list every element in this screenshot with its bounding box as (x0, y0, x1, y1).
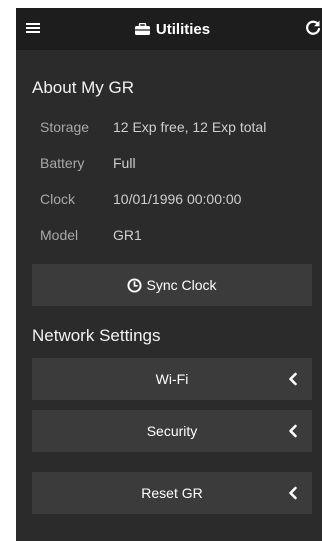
page-title: Utilities (16, 8, 322, 50)
reset-gr-button[interactable]: Reset GR (32, 472, 312, 514)
info-value: 10/01/1996 00:00:00 (113, 191, 242, 207)
toolbox-icon (134, 23, 150, 35)
navbar: Utilities (16, 8, 322, 50)
security-button[interactable]: Security (32, 410, 312, 452)
info-label: Storage (40, 119, 90, 135)
info-value: GR1 (113, 227, 142, 243)
info-row-model: Model GR1 (40, 217, 322, 253)
info-value: Full (113, 155, 136, 171)
about-section-title: About My GR (32, 78, 135, 97)
page-title-text: Utilities (155, 20, 211, 38)
network-section-title: Network Settings (32, 326, 161, 345)
info-label: Battery (40, 155, 85, 171)
info-label: Clock (40, 191, 76, 207)
reset-gr-label: Reset GR (141, 485, 203, 501)
device-info-table: Storage 12 Exp free, 12 Exp total Batter… (16, 109, 322, 253)
info-label: Model (40, 227, 79, 243)
info-value: 12 Exp free, 12 Exp total (113, 119, 267, 135)
info-row-clock: Clock 10/01/1996 00:00:00 (40, 181, 322, 217)
clock-icon (127, 277, 143, 293)
wifi-label: Wi-Fi (155, 371, 189, 387)
info-row-storage: Storage 12 Exp free, 12 Exp total (40, 109, 322, 145)
wifi-button[interactable]: Wi-Fi (32, 358, 312, 400)
chevron-left-icon (289, 424, 297, 438)
sync-clock-button[interactable]: Sync Clock (32, 264, 312, 306)
utilities-screen: Utilities About My GR Storage 12 Exp fre… (16, 8, 322, 541)
security-label: Security (146, 423, 198, 439)
chevron-left-icon (289, 486, 297, 500)
refresh-icon[interactable] (304, 19, 322, 37)
sync-clock-label: Sync Clock (146, 277, 217, 293)
info-row-battery: Battery Full (40, 145, 322, 181)
chevron-left-icon (289, 372, 297, 386)
